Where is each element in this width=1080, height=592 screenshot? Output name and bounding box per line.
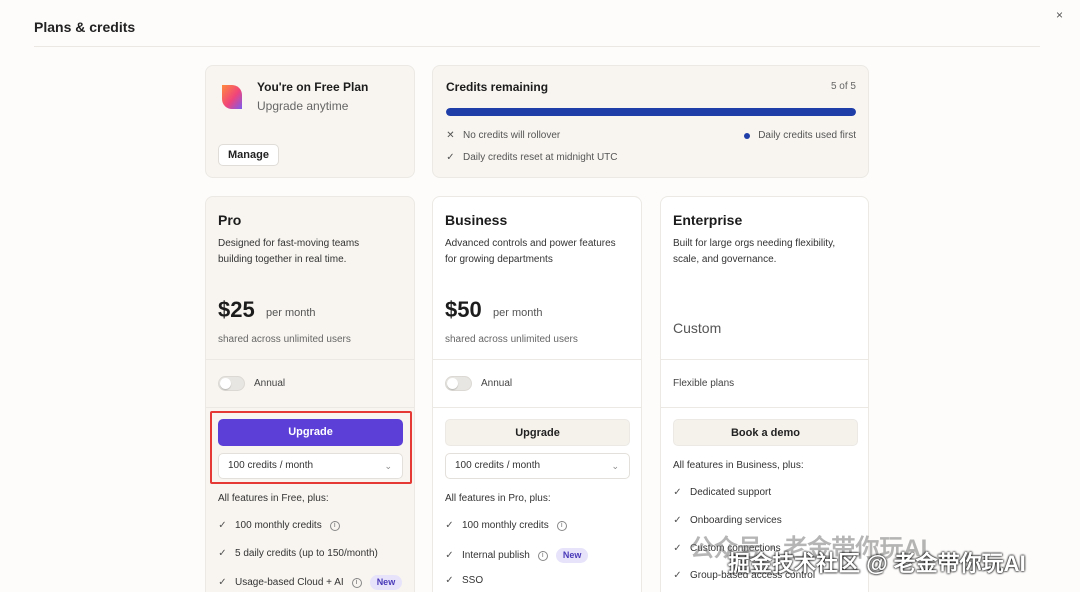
feature-text: Usage-based Cloud + AI [235, 577, 344, 588]
annual-label: Annual [481, 378, 513, 389]
plan-period: per month [493, 307, 543, 319]
check-icon: ✓ [218, 577, 227, 588]
credits-select-value: 100 credits / month [455, 460, 541, 471]
feature-text: 100 monthly credits [462, 520, 549, 531]
reset-row: ✓ Daily credits reset at midnight UTC [446, 152, 618, 163]
manage-button[interactable]: Manage [218, 144, 279, 166]
heart-logo-icon [222, 85, 242, 109]
credits-select[interactable]: 100 credits / month ⌄ [445, 453, 630, 479]
features-heading: All features in Pro, plus: [445, 493, 551, 504]
check-icon: ✓ [445, 520, 454, 531]
annual-label: Annual [254, 378, 286, 389]
x-icon: ✕ [446, 130, 455, 141]
check-icon: ✓ [673, 487, 682, 498]
reset-text: Daily credits reset at midnight UTC [463, 152, 618, 163]
features-heading: All features in Free, plus: [218, 493, 329, 504]
check-icon: ✓ [446, 152, 455, 163]
feature-text: Dedicated support [690, 487, 772, 498]
feature-item: ✓ Internal publish i New [445, 548, 589, 563]
dialog-title: Plans & credits [34, 19, 136, 35]
plan-shared-note: shared across unlimited users [445, 334, 578, 345]
credits-progress-bar [446, 108, 856, 116]
dot-icon [744, 132, 751, 139]
credits-title: Credits remaining [446, 80, 549, 94]
check-icon: ✓ [218, 520, 227, 531]
current-plan-subtitle: Upgrade anytime [257, 99, 349, 113]
feature-text: SSO [462, 575, 484, 586]
divider [433, 407, 641, 408]
plan-price: $25 [218, 297, 255, 322]
new-badge: New [369, 575, 403, 590]
plan-card-pro: Pro Designed for fast-moving teams build… [205, 196, 415, 592]
feature-item: ✓ Dedicated support [673, 487, 771, 498]
info-icon[interactable]: i [329, 520, 340, 531]
feature-item: ✓ Onboarding services [673, 515, 782, 526]
feature-item: ✓ SSO [445, 575, 483, 586]
divider [661, 359, 868, 360]
divider [433, 359, 641, 360]
info-icon[interactable]: i [537, 550, 548, 561]
plan-description: Advanced controls and power features for… [445, 238, 616, 265]
plan-description: Designed for fast-moving teams building … [218, 238, 360, 265]
rollover-text: No credits will rollover [463, 130, 561, 141]
used-first-row: Daily credits used first [744, 130, 856, 141]
annual-toggle[interactable] [445, 376, 472, 391]
book-demo-button[interactable]: Book a demo [673, 419, 858, 446]
divider [206, 359, 414, 360]
plans-dialog: Plans & credits × You're on Free Plan Up… [0, 0, 1080, 592]
plan-name: Enterprise [673, 212, 743, 228]
used-first-text: Daily credits used first [758, 130, 856, 141]
highlight-box [210, 411, 412, 484]
check-icon: ✓ [445, 550, 454, 561]
feature-text: 100 monthly credits [235, 520, 322, 531]
check-icon: ✓ [673, 515, 682, 526]
new-badge: New [555, 548, 589, 563]
plan-name: Pro [218, 212, 242, 228]
watermark-juejin: 掘金技术社区 @ 老金带你玩AI [728, 551, 1026, 576]
annual-toggle[interactable] [218, 376, 245, 391]
check-icon: ✓ [445, 575, 454, 586]
current-plan-card: You're on Free Plan Upgrade anytime Mana… [205, 65, 415, 178]
check-icon: ✓ [673, 543, 682, 554]
credits-card: Credits remaining 5 of 5 ✕ No credits wi… [432, 65, 869, 178]
feature-item: ✓ 100 monthly credits i [218, 520, 340, 531]
plan-shared-note: shared across unlimited users [218, 334, 351, 345]
credits-count: 5 of 5 [830, 81, 856, 92]
feature-text: Onboarding services [690, 515, 782, 526]
plan-card-business: Business Advanced controls and power fea… [432, 196, 642, 592]
flexible-plans-label: Flexible plans [673, 378, 735, 389]
close-icon[interactable]: × [1056, 9, 1068, 21]
upgrade-button[interactable]: Upgrade [445, 419, 630, 446]
plan-name: Business [445, 212, 508, 228]
feature-item: ✓ Usage-based Cloud + AI i New [218, 575, 403, 590]
feature-item: ✓ 100 monthly credits i [445, 520, 567, 531]
plan-period: per month [266, 307, 316, 319]
divider [661, 407, 868, 408]
info-icon[interactable]: i [351, 577, 362, 588]
check-icon: ✓ [218, 548, 227, 559]
plan-price: $50 [445, 297, 482, 322]
plan-description: Built for large orgs needing flexibility… [673, 238, 836, 265]
feature-text: Internal publish [462, 550, 530, 561]
header-divider [34, 46, 1040, 47]
feature-text: 5 daily credits (up to 150/month) [235, 548, 378, 559]
current-plan-name: You're on Free Plan [257, 80, 369, 94]
feature-item: ✓ 5 daily credits (up to 150/month) [218, 548, 378, 559]
divider [206, 407, 414, 408]
chevron-down-icon: ⌄ [611, 461, 619, 471]
features-heading: All features in Business, plus: [673, 460, 804, 471]
info-icon[interactable]: i [556, 520, 567, 531]
rollover-row: ✕ No credits will rollover [446, 130, 560, 141]
credits-progress-fill [446, 108, 856, 116]
check-icon: ✓ [673, 570, 682, 581]
plan-price: Custom [673, 320, 722, 336]
